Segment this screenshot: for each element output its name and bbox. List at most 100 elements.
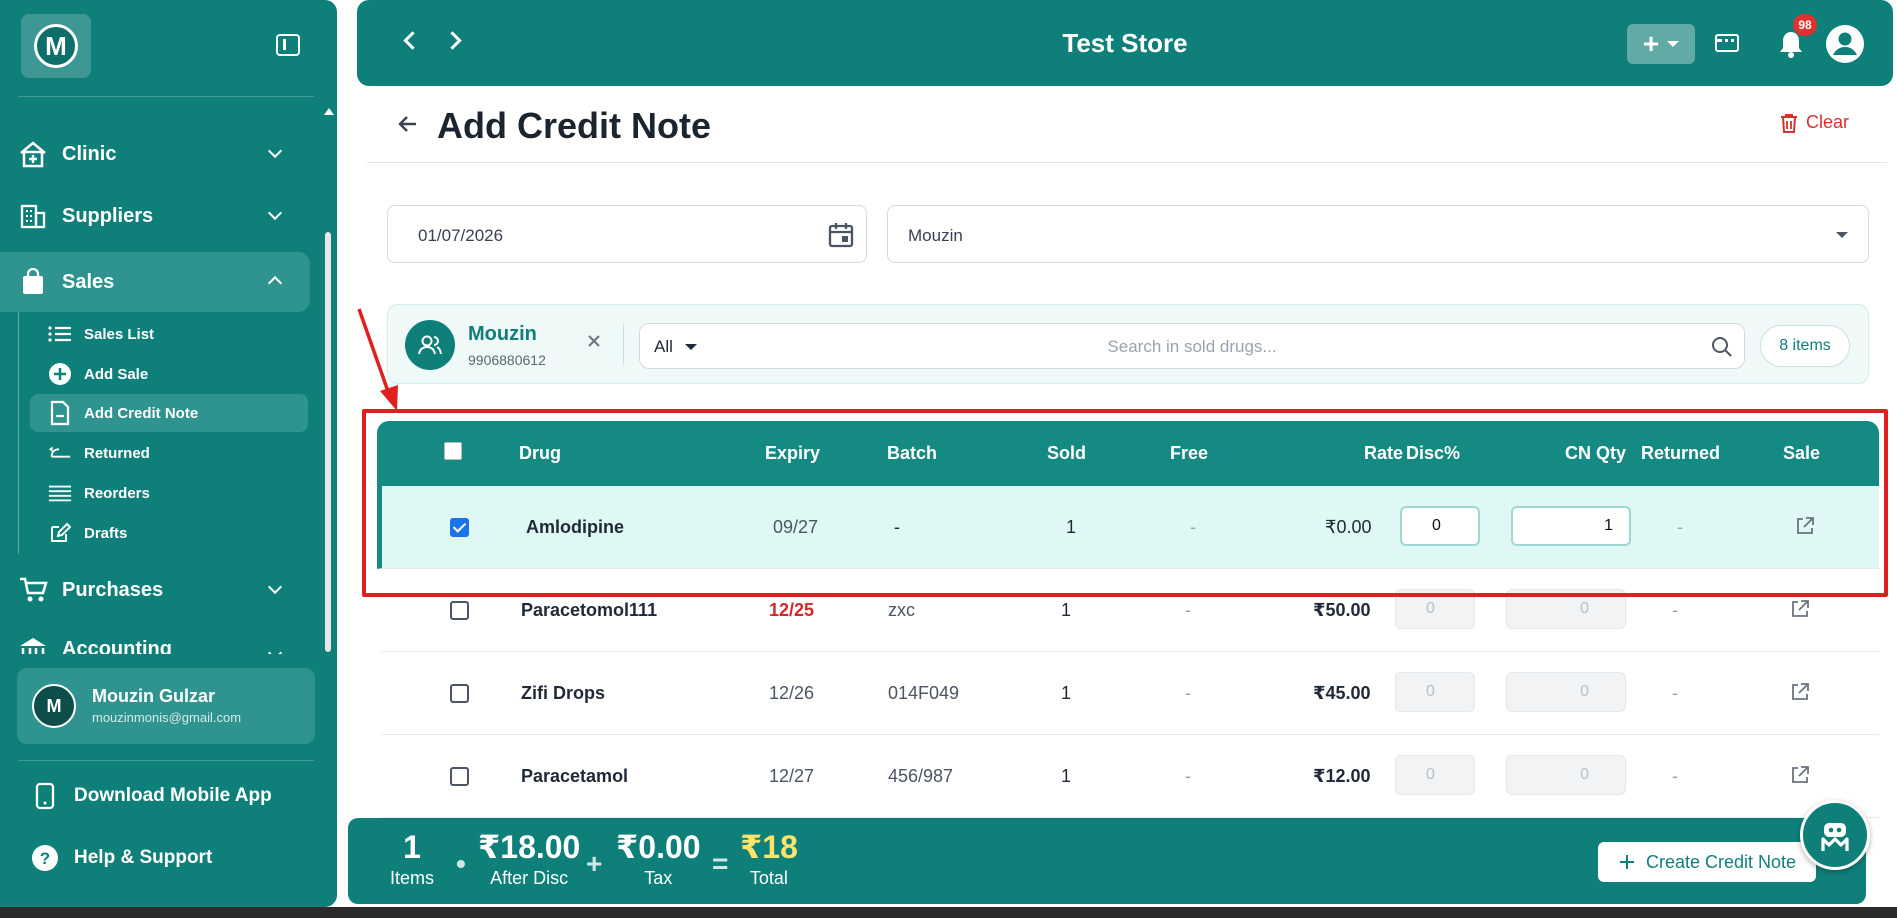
sidebar-subitem-returned[interactable]: Returned — [30, 434, 308, 472]
account-icon[interactable] — [1825, 24, 1865, 64]
cn-qty-input[interactable]: 0 — [1506, 589, 1626, 629]
avatar: M — [32, 684, 76, 728]
sidebar-label-sales: Sales — [62, 270, 115, 293]
column-header-rate[interactable]: Rate — [1364, 443, 1403, 464]
column-header-sold[interactable]: Sold — [1047, 443, 1086, 464]
table-row[interactable]: Zifi Drops 12/26 014F049 1 - ₹45.00 0 0 … — [381, 652, 1879, 735]
free: - — [1185, 683, 1191, 703]
assistant-bot-icon[interactable] — [1800, 800, 1870, 870]
sidebar-item-accounting[interactable]: Accounting — [0, 624, 310, 654]
external-link-icon[interactable] — [1795, 516, 1815, 536]
select-all-checkbox[interactable] — [444, 442, 462, 460]
download-app-link[interactable]: Download Mobile App — [30, 779, 272, 813]
sidebar-scrollbar[interactable] — [325, 232, 331, 652]
customer-group-icon — [405, 320, 455, 370]
external-link-icon[interactable] — [1790, 599, 1810, 619]
back-arrow-icon[interactable] — [396, 112, 420, 136]
help-support-label: Help & Support — [74, 847, 213, 868]
chevron-down-icon — [267, 579, 283, 595]
sidebar-item-suppliers[interactable]: Suppliers — [0, 188, 310, 244]
scroll-up-icon[interactable] — [324, 108, 334, 115]
items-value: 1 — [403, 829, 421, 865]
table-row[interactable]: Paracetomol111 12/25 zxc 1 - ₹50.00 0 0 … — [381, 569, 1879, 652]
sidebar-item-sales[interactable]: Sales — [0, 252, 310, 312]
returned: - — [1672, 600, 1678, 620]
plus-icon: + — [1642, 28, 1660, 59]
sidebar-subitem-sales-list[interactable]: Sales List — [30, 315, 308, 353]
row-checkbox[interactable] — [450, 684, 469, 703]
chevron-down-icon — [267, 205, 283, 221]
keyboard-icon[interactable] — [1715, 34, 1739, 52]
create-credit-note-button[interactable]: Create Credit Note — [1598, 842, 1816, 882]
create-label: Create Credit Note — [1645, 851, 1797, 872]
download-app-label: Download Mobile App — [74, 785, 272, 806]
sidebar-divider — [18, 760, 314, 761]
customer-select[interactable]: Mouzin — [887, 205, 1869, 263]
table-header: Drug Expiry Batch Sold Free Rate Disc% C… — [377, 421, 1879, 486]
drug-name: Paracetamol — [521, 766, 629, 786]
column-header-returned[interactable]: Returned — [1641, 443, 1720, 464]
shopping-bag-icon — [18, 268, 48, 296]
summary-tax: ₹0.00 Tax — [616, 830, 701, 889]
table-row[interactable]: Paracetamol 12/27 456/987 1 - ₹12.00 0 0… — [381, 735, 1879, 818]
free: - — [1185, 600, 1191, 620]
sidebar-subitem-drafts[interactable]: Drafts — [30, 514, 308, 552]
clinic-icon — [18, 140, 48, 168]
total-label: Total — [749, 868, 788, 888]
user-profile-card[interactable]: M Mouzin Gulzar mouzinmonis@gmail.com — [17, 668, 315, 744]
column-header-free[interactable]: Free — [1170, 443, 1208, 464]
external-link-icon[interactable] — [1790, 682, 1810, 702]
sidebar-subitem-add-sale[interactable]: Add Sale — [30, 355, 308, 393]
list-icon — [48, 323, 72, 345]
rate: ₹0.00 — [1325, 517, 1372, 537]
column-header-sale[interactable]: Sale — [1783, 443, 1820, 464]
disc-input[interactable]: 0 — [1395, 589, 1475, 629]
customer-phone: 9906880612 — [468, 352, 546, 368]
help-support-link[interactable]: ? Help & Support — [30, 841, 212, 875]
row-checkbox[interactable] — [450, 767, 469, 786]
column-header-batch[interactable]: Batch — [887, 443, 937, 464]
expiry: 12/27 — [769, 766, 815, 786]
clear-button[interactable]: Clear — [1780, 112, 1849, 133]
expiry: 09/27 — [773, 517, 819, 537]
column-header-disc[interactable]: Disc% — [1406, 443, 1460, 464]
column-header-drug[interactable]: Drug — [519, 443, 561, 464]
drug-search-box[interactable]: All Search in sold drugs... — [639, 323, 1745, 369]
notification-badge: 98 — [1793, 14, 1817, 36]
sidebar-subitem-reorders[interactable]: Reorders — [30, 474, 308, 512]
calendar-icon[interactable] — [828, 222, 854, 248]
total-value: ₹18 — [740, 829, 798, 865]
plus-circle-icon — [48, 363, 72, 385]
sidebar-label-purchases: Purchases — [62, 578, 164, 601]
customer-strip: Mouzin 9906880612 All Search in sold dru… — [387, 304, 1869, 384]
date-field[interactable]: 01/07/2026 — [387, 205, 867, 263]
disc-input[interactable]: 0 — [1400, 506, 1480, 546]
logo-mark: M — [34, 24, 78, 68]
close-icon[interactable] — [584, 331, 604, 351]
sidebar-subitem-add-credit-note[interactable]: Add Credit Note — [30, 394, 308, 432]
row-checkbox[interactable] — [450, 518, 469, 537]
app-logo[interactable]: M — [21, 14, 91, 78]
sidebar-item-clinic[interactable]: Clinic — [0, 126, 310, 182]
external-link-icon[interactable] — [1790, 765, 1810, 785]
sidebar-collapse-icon[interactable] — [276, 34, 300, 56]
table-row[interactable]: Amlodipine 09/27 - 1 - ₹0.00 0 1 - — [377, 486, 1879, 569]
cn-qty-input[interactable]: 0 — [1506, 672, 1626, 712]
quick-add-button[interactable]: + — [1627, 24, 1695, 64]
os-taskbar — [0, 907, 1897, 918]
disc-input[interactable]: 0 — [1395, 755, 1475, 795]
cn-qty-input[interactable]: 1 — [1511, 506, 1631, 546]
search-input[interactable]: Search in sold drugs... — [640, 337, 1744, 357]
customer-value: Mouzin — [908, 226, 963, 245]
column-header-expiry[interactable]: Expiry — [765, 443, 820, 464]
row-checkbox[interactable] — [450, 601, 469, 620]
returned: - — [1677, 517, 1683, 537]
column-header-cn-qty[interactable]: CN Qty — [1565, 443, 1626, 464]
sold: 1 — [1061, 683, 1072, 703]
search-icon[interactable] — [1710, 335, 1734, 359]
sidebar-item-purchases[interactable]: Purchases — [0, 562, 310, 618]
disc-input[interactable]: 0 — [1395, 672, 1475, 712]
cn-qty-input[interactable]: 0 — [1506, 755, 1626, 795]
after-disc-label: After Disc — [490, 868, 569, 888]
page-divider — [367, 162, 1887, 163]
